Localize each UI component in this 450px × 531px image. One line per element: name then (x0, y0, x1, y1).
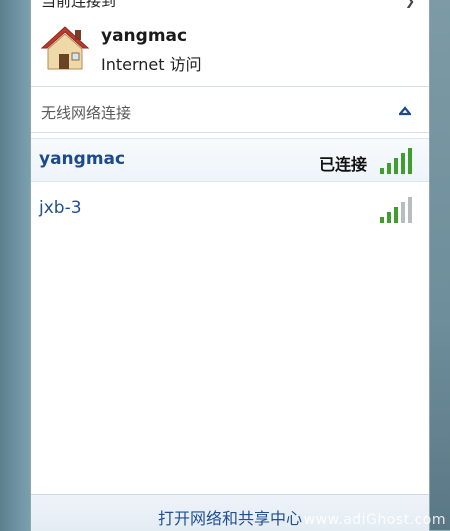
network-name: yangmac (39, 149, 126, 169)
wifi-signal-icon (380, 148, 412, 174)
watermark: www.adiGhost.com (303, 512, 446, 528)
current-connection[interactable]: yangmac Internet 访问 (31, 20, 429, 86)
current-connection-header: 当前连接到 (41, 0, 117, 10)
wireless-section-header[interactable]: 无线网络连接 (31, 92, 429, 132)
connection-access-status: Internet 访问 (101, 55, 202, 74)
divider (31, 86, 429, 87)
desktop-background (430, 0, 450, 530)
network-item-jxb-3[interactable]: jxb-3 (31, 188, 429, 232)
network-item-yangmac[interactable]: yangmac 已连接 (31, 138, 429, 182)
divider (31, 132, 429, 133)
house-icon (40, 26, 90, 70)
wireless-section-label: 无线网络连接 (41, 104, 132, 122)
chevron-up-icon[interactable] (399, 106, 411, 116)
network-flyout-panel: 当前连接到 ❯ yangmac Internet 访问 无线网络连接 yangm… (30, 0, 430, 531)
chevron-down-icon[interactable]: ❯ (405, 0, 415, 8)
connected-network-name: yangmac (101, 26, 188, 46)
network-name: jxb-3 (39, 198, 82, 218)
network-status: 已连接 (318, 155, 367, 174)
wifi-signal-icon (380, 197, 412, 223)
